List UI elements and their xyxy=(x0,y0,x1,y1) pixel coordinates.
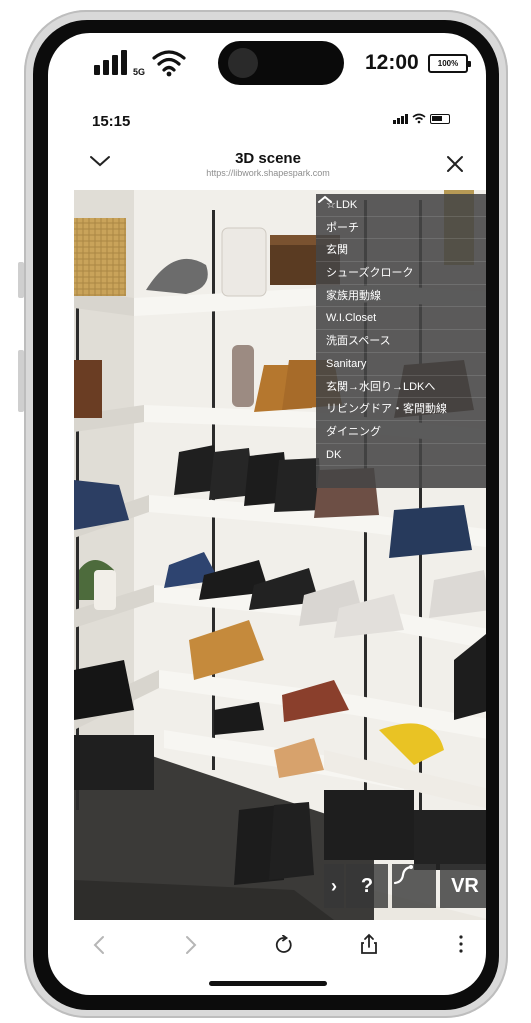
page-title: 3D scene xyxy=(235,150,301,167)
battery-icon xyxy=(430,113,450,124)
dynamic-island xyxy=(218,41,344,85)
chevron-up-icon xyxy=(318,195,332,203)
help-button[interactable]: ? xyxy=(346,864,388,908)
menu-item-porch[interactable]: ポーチ xyxy=(316,217,486,240)
forward-icon[interactable] xyxy=(184,935,198,960)
reload-icon[interactable] xyxy=(274,934,294,960)
battery-level: 100% xyxy=(437,59,459,68)
side-button xyxy=(18,350,24,412)
navigation-mode-button[interactable] xyxy=(392,864,436,908)
menu-item-dk[interactable]: DK xyxy=(316,444,486,467)
device-status-bar: 5G 12:00 100% xyxy=(48,33,486,103)
wifi-icon xyxy=(412,113,426,124)
camera-icon xyxy=(228,48,258,78)
device-clock: 12:00 xyxy=(365,51,419,74)
signal-icon xyxy=(94,50,127,75)
page-url: https://libwork.shapespark.com xyxy=(206,168,330,178)
vr-button[interactable]: VR xyxy=(440,864,486,908)
close-icon[interactable] xyxy=(444,153,466,180)
3d-viewport[interactable]: ☆LDK ポーチ 玄関 シューズクローク 家族用動線 W.I.Closet 洗面… xyxy=(74,190,486,920)
menu-item-shoe-closet[interactable]: シューズクローク xyxy=(316,262,486,285)
screen: 5G 12:00 100% 15:15 3D scene https://lib… xyxy=(48,33,486,995)
menu-item-wi-closet[interactable]: W.I.Closet xyxy=(316,307,486,331)
browser-status-icons xyxy=(393,113,450,124)
menu-item-entrance-route[interactable]: 玄関→水回り→LDKへ xyxy=(316,376,486,399)
menu-item-entrance[interactable]: 玄関 xyxy=(316,239,486,263)
more-icon[interactable] xyxy=(459,935,463,958)
network-label: 5G xyxy=(133,67,146,77)
menu-item-sanitary[interactable]: Sanitary xyxy=(316,353,486,376)
home-indicator xyxy=(209,981,327,986)
side-button xyxy=(18,262,24,298)
scene-menu: ☆LDK ポーチ 玄関 シューズクローク 家族用動線 W.I.Closet 洗面… xyxy=(316,194,486,489)
menu-collapse-button[interactable] xyxy=(316,195,486,488)
battery-icon: 100% xyxy=(428,54,471,73)
browser-clock: 15:15 xyxy=(92,113,131,130)
share-icon[interactable] xyxy=(359,933,379,960)
route-icon xyxy=(393,865,413,885)
browser-toolbar xyxy=(48,923,486,967)
chevron-down-icon[interactable] xyxy=(88,153,112,174)
menu-item-living-door[interactable]: リビングドア・客間動線 xyxy=(316,398,486,421)
expand-button[interactable]: › xyxy=(324,864,344,908)
signal-icon xyxy=(393,113,408,124)
back-icon[interactable] xyxy=(92,935,106,960)
menu-item-family-route[interactable]: 家族用動線 xyxy=(316,285,486,308)
menu-item-ldk[interactable]: ☆LDK xyxy=(316,194,486,217)
menu-item-dining[interactable]: ダイニング xyxy=(316,421,486,444)
wifi-icon xyxy=(152,49,186,82)
menu-item-wash-space[interactable]: 洗面スペース xyxy=(316,330,486,353)
